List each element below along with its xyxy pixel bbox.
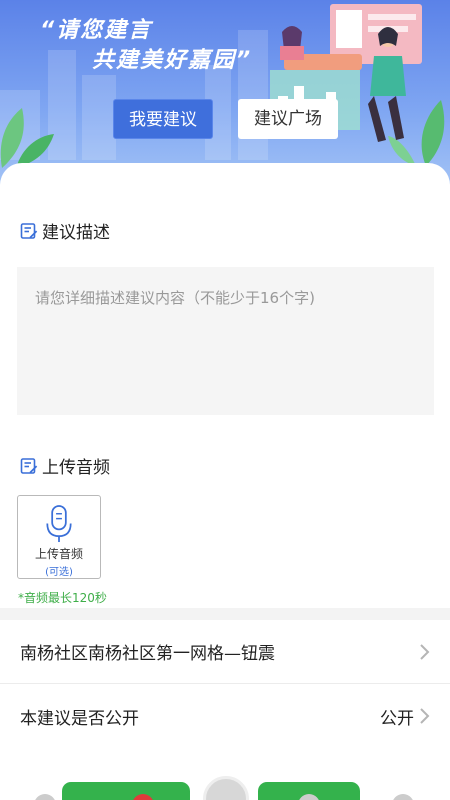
description-section-title: 建议描述 (20, 218, 110, 243)
description-title-text: 建议描述 (42, 223, 110, 243)
edit-note-icon (20, 222, 38, 239)
chevron-right-icon (420, 643, 430, 660)
description-textarea[interactable] (17, 267, 434, 415)
nav-icon[interactable] (34, 794, 56, 800)
slogan-line-2: 共建美好嘉园” (92, 48, 253, 73)
suggestion-square-button[interactable]: 建议广场 (238, 99, 338, 139)
green-action-button-left[interactable] (62, 782, 190, 800)
audio-section-title: 上传音频 (20, 453, 110, 478)
public-label: 本建议是否公开 (20, 708, 139, 729)
audio-title-text: 上传音频 (42, 458, 110, 478)
upload-audio-button[interactable]: 上传音频 (可选) (17, 495, 101, 579)
edit-note-icon (20, 457, 38, 474)
public-setting-row[interactable]: 本建议是否公开 公开 (0, 684, 450, 748)
upload-optional-label: (可选) (45, 567, 73, 578)
bottom-bar (0, 776, 450, 800)
audio-length-hint: *音频最长120秒 (18, 591, 107, 605)
slogan-line-1: “请您建言 (40, 18, 153, 43)
description-box (17, 267, 434, 415)
nav-icon[interactable] (392, 794, 414, 800)
my-suggestion-button[interactable]: 我要建议 (113, 99, 213, 139)
upload-audio-label: 上传音频 (34, 547, 83, 561)
grid-label: 南杨社区南杨社区第一网格—钮震 (20, 644, 275, 664)
microphone-icon (46, 505, 72, 543)
public-value: 公开 (380, 708, 414, 729)
options-list: 南杨社区南杨社区第一网格—钮震 本建议是否公开 公开 (0, 620, 450, 800)
grid-selector-row[interactable]: 南杨社区南杨社区第一网格—钮震 (0, 620, 450, 684)
leaf-decoration-left (0, 108, 54, 168)
skyline-building (82, 75, 116, 160)
suggestion-form-card: 建议描述 上传音频 上传音频 (可选) *音频最长120秒 (0, 163, 450, 608)
chevron-right-icon (420, 708, 430, 724)
